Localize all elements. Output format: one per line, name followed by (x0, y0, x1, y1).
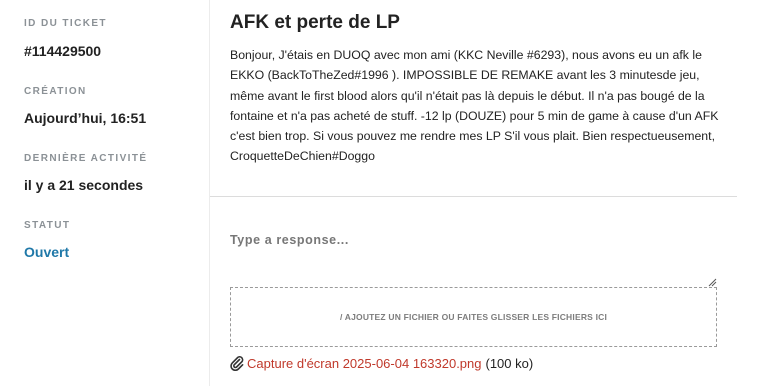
dropzone-label: / AJOUTEZ UN FICHIER OU FAITES GLISSER L… (339, 312, 608, 322)
attachment-size: (100 ko) (485, 355, 534, 371)
ticket-title: AFK et perte de LP (230, 12, 400, 33)
last-activity-value: il y a 21 secondes (24, 177, 144, 193)
status-badge: Ouvert (24, 244, 70, 260)
created-value: Aujourd’hui, 16:51 (24, 110, 147, 126)
created-label: CRÉATION (24, 86, 87, 97)
last-activity-label: DERNIÈRE ACTIVITÉ (24, 153, 148, 164)
resize-handle-icon[interactable] (707, 277, 717, 287)
status-label: STATUT (24, 220, 71, 231)
attachment-link[interactable]: Capture d'écran 2025-06-04 163320.png (247, 356, 482, 371)
ticket-main: AFK et perte de LP Bonjour, J'étais en D… (210, 0, 783, 386)
attachment-item: Capture d'écran 2025-06-04 163320.png (1… (230, 355, 533, 371)
file-dropzone[interactable]: / AJOUTEZ UN FICHIER OU FAITES GLISSER L… (230, 287, 717, 347)
ticket-id-label: ID DU TICKET (24, 18, 107, 29)
ticket-sidebar: ID DU TICKET #114429500 CRÉATION Aujourd… (0, 0, 210, 386)
ticket-id-value: #114429500 (24, 43, 102, 59)
divider (210, 196, 737, 197)
ticket-message-body: Bonjour, J'étais en DUOQ avec mon ami (K… (230, 48, 719, 164)
paperclip-icon (230, 356, 244, 371)
